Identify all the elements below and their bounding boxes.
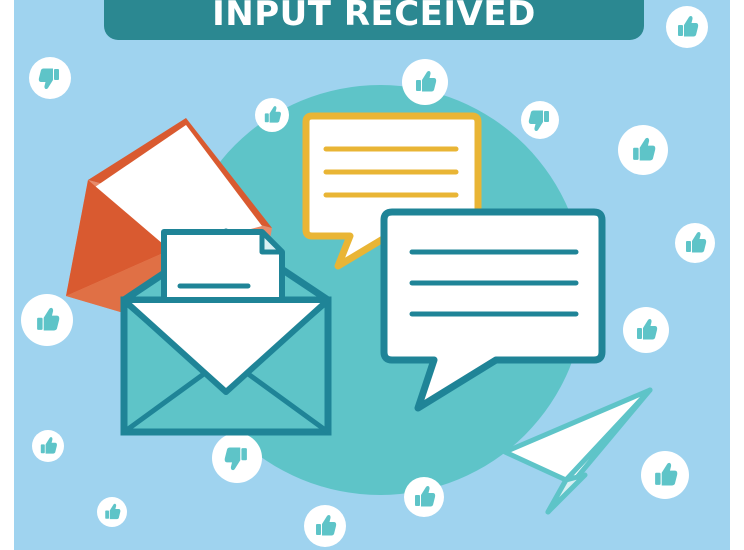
- thumbs-down-icon: [212, 433, 262, 483]
- thumbs-up-icon: [623, 307, 669, 353]
- thumbs-up-icon: [641, 451, 689, 499]
- thumbs-up-icon: [21, 294, 73, 346]
- thumbs-up-icon: [618, 125, 668, 175]
- feedback-illustration: [0, 0, 744, 550]
- illustration: INPUT RECEIVED: [0, 0, 744, 550]
- thumbs-up-icon: [675, 223, 715, 263]
- thumbs-up-icon: [97, 497, 127, 527]
- thumbs-up-icon: [666, 6, 708, 48]
- thumbs-up-icon: [255, 98, 289, 132]
- thumbs-up-icon: [304, 505, 346, 547]
- thumbs-up-icon: [404, 477, 444, 517]
- thumbs-up-icon: [32, 430, 64, 462]
- thumbs-down-icon: [29, 57, 71, 99]
- thumbs-down-icon: [521, 101, 559, 139]
- banner-title: INPUT RECEIVED: [104, 0, 644, 40]
- thumbs-up-icon: [402, 59, 448, 105]
